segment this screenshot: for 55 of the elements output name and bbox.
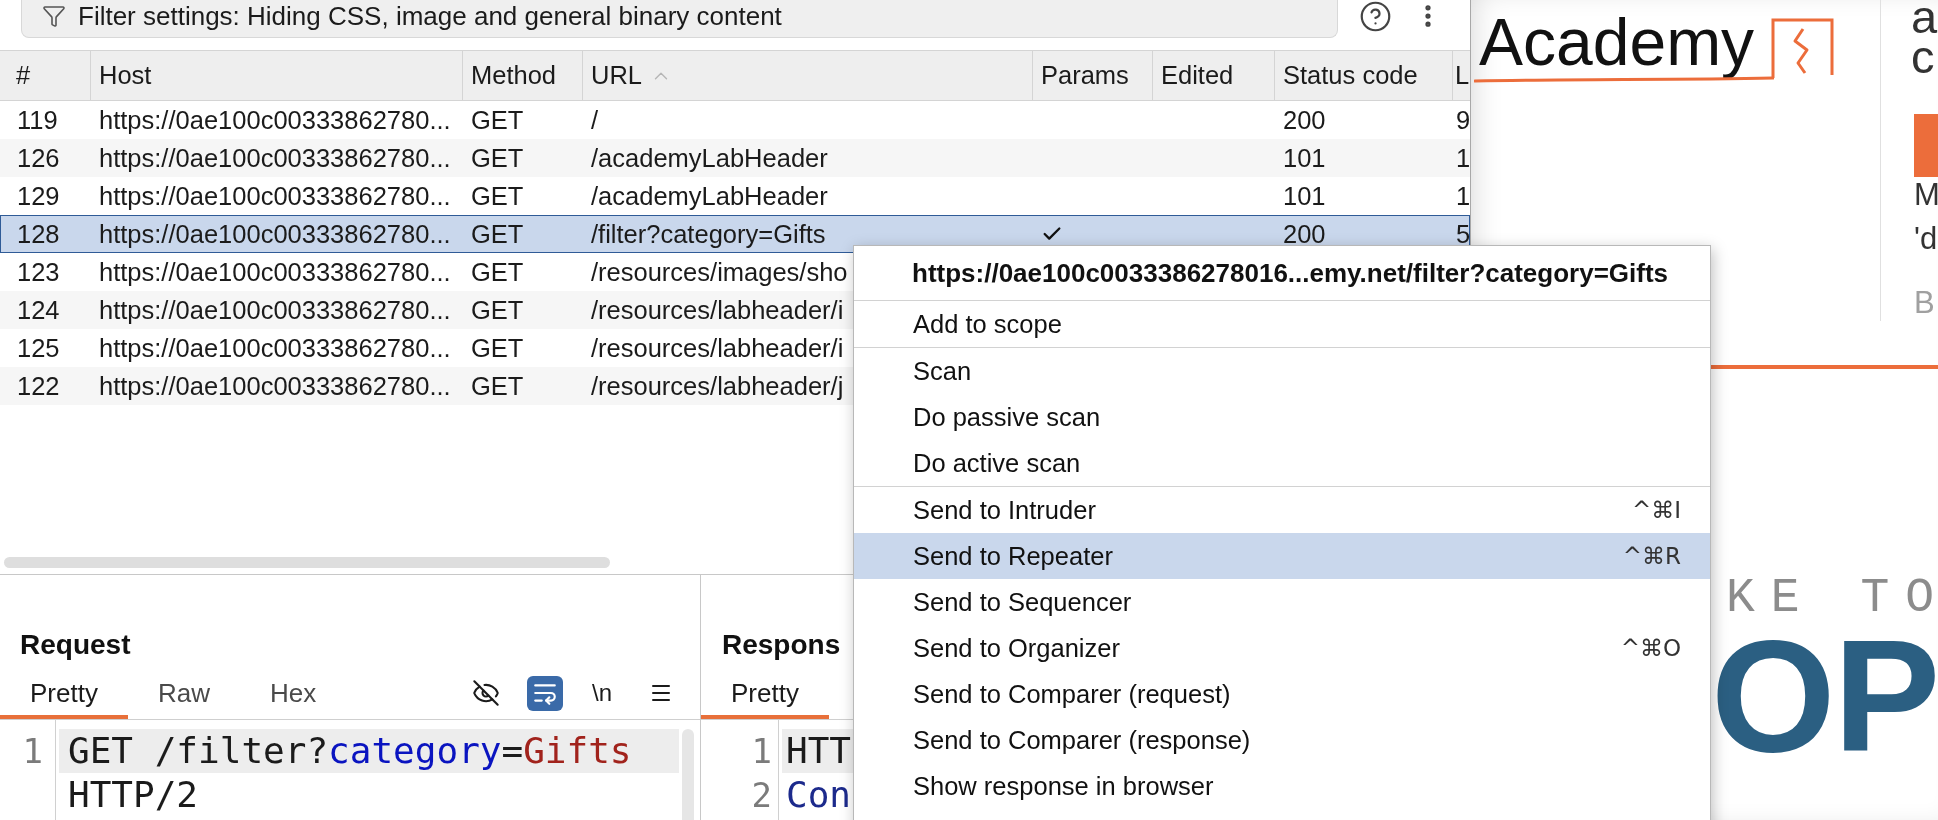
table-cell: GET bbox=[471, 333, 524, 363]
table-cell: GET bbox=[471, 181, 524, 211]
line-number: 1 bbox=[22, 731, 43, 771]
paragraph-text: 'd bbox=[1914, 220, 1938, 258]
table-cell: GET bbox=[471, 105, 524, 135]
table-cell: 122 bbox=[17, 371, 60, 401]
table-cell: GET bbox=[471, 219, 524, 249]
table-cell: 9 bbox=[1456, 105, 1470, 135]
table-cell: 119 bbox=[17, 105, 58, 135]
pane-title: Respons bbox=[722, 629, 841, 661]
table-cell: https://0ae100c00333862780... bbox=[99, 105, 451, 135]
table-cell: 101 bbox=[1283, 181, 1326, 211]
table-cell: 129 bbox=[17, 181, 60, 211]
heading-text: c bbox=[1911, 34, 1935, 79]
table-cell: /academyLabHeader bbox=[591, 181, 828, 211]
keyboard-shortcut: ^⌘R bbox=[1622, 541, 1681, 571]
table-cell: /resources/labheader/i bbox=[591, 295, 844, 325]
table-cell: 5 bbox=[1456, 219, 1470, 249]
table-cell: 1 bbox=[1456, 143, 1470, 173]
pane-title: Request bbox=[20, 629, 131, 661]
table-cell: https://0ae100c00333862780... bbox=[99, 219, 451, 249]
table-cell: https://0ae100c00333862780... bbox=[99, 257, 451, 287]
table-cell: GET bbox=[471, 371, 524, 401]
table-cell: / bbox=[591, 105, 599, 135]
heading-text: a bbox=[1911, 0, 1938, 34]
table-cell: /resources/labheader/i bbox=[591, 333, 844, 363]
table-cell: /resources/labheader/j bbox=[591, 371, 844, 401]
table-cell: https://0ae100c00333862780... bbox=[99, 143, 451, 173]
line-number: 2 bbox=[751, 775, 772, 815]
table-cell: https://0ae100c00333862780... bbox=[99, 333, 451, 363]
keyboard-shortcut: ^⌘I bbox=[1631, 495, 1681, 525]
table-cell: https://0ae100c00333862780... bbox=[99, 181, 451, 211]
muted-text: B bbox=[1914, 284, 1935, 322]
table-cell: 126 bbox=[17, 143, 60, 173]
table-cell: GET bbox=[471, 143, 524, 173]
table-cell: GET bbox=[471, 295, 524, 325]
table-cell: 128 bbox=[17, 219, 60, 249]
table-cell: 123 bbox=[17, 257, 60, 287]
table-cell: 124 bbox=[17, 295, 60, 325]
table-cell: /resources/images/sho bbox=[591, 257, 848, 287]
banner-text: KE TO bbox=[1726, 577, 1938, 619]
table-cell: 200 bbox=[1283, 105, 1326, 135]
table-cell: https://0ae100c00333862780... bbox=[99, 295, 451, 325]
table-cell: 1 bbox=[1456, 181, 1470, 211]
table-cell: https://0ae100c00333862780... bbox=[99, 371, 451, 401]
table-cell: 101 bbox=[1283, 143, 1326, 173]
line-number: 1 bbox=[751, 731, 772, 771]
keyboard-shortcut: ^⌘O bbox=[1620, 633, 1681, 663]
table-cell: 200 bbox=[1283, 219, 1326, 249]
paragraph-text: M bbox=[1914, 176, 1938, 214]
table-cell: /filter?category=Gifts bbox=[591, 219, 826, 249]
table-cell: /academyLabHeader bbox=[591, 143, 828, 173]
hero-text: OP bbox=[1711, 621, 1938, 771]
table-cell: 125 bbox=[17, 333, 60, 363]
table-cell: GET bbox=[471, 257, 524, 287]
